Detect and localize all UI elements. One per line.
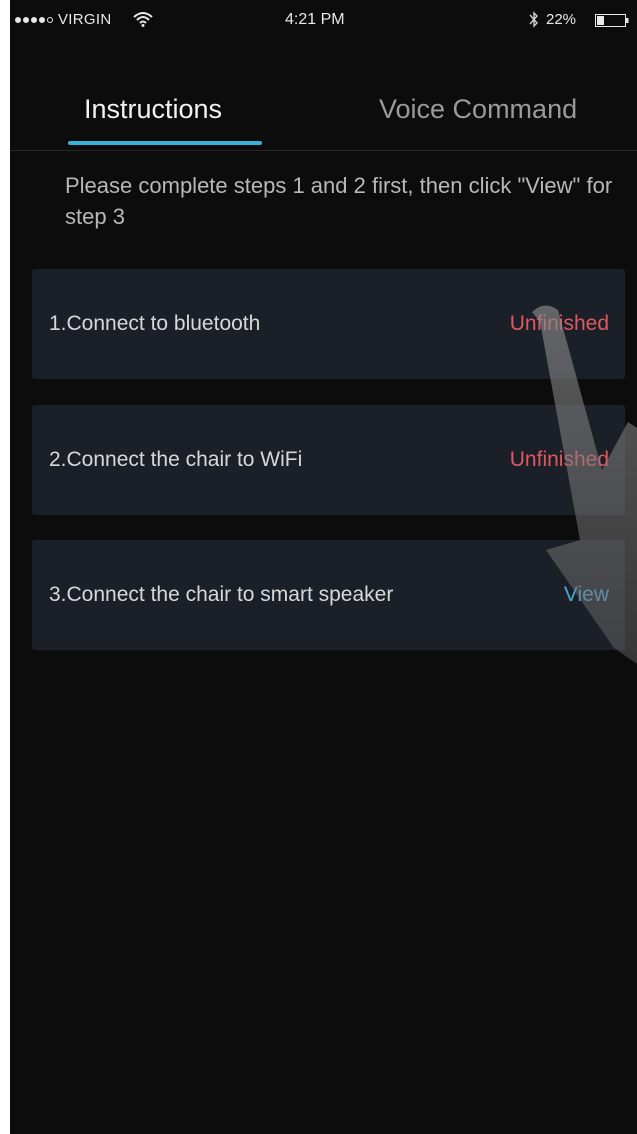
- step-status-unfinished: Unfinished: [509, 312, 609, 335]
- wifi-icon: [133, 12, 153, 27]
- instructions-text: Please complete steps 1 and 2 first, the…: [65, 173, 613, 229]
- step-label: 1.Connect to bluetooth: [49, 312, 261, 335]
- step-card-smart-speaker[interactable]: 3.Connect the chair to smart speaker Vie…: [32, 540, 625, 650]
- step-card-wifi[interactable]: 2.Connect the chair to WiFi Unfinished: [32, 405, 625, 515]
- tab-voice-command[interactable]: Voice Command: [379, 94, 577, 125]
- step-label: 2.Connect the chair to WiFi: [49, 448, 303, 471]
- tab-instructions[interactable]: Instructions: [84, 94, 222, 125]
- view-button[interactable]: View: [564, 540, 609, 650]
- bluetooth-icon: [529, 11, 538, 28]
- carrier-name: VIRGIN: [58, 11, 112, 28]
- battery-icon: [595, 14, 629, 27]
- status-bar: VIRGIN 4:21 PM 22%: [10, 0, 637, 40]
- step-label: 3.Connect the chair to smart speaker: [49, 583, 394, 606]
- step-card-bluetooth[interactable]: 1.Connect to bluetooth Unfinished: [32, 269, 625, 379]
- tab-bar: Instructions Voice Command: [10, 84, 637, 151]
- active-tab-indicator: [68, 141, 262, 145]
- clock: 4:21 PM: [285, 11, 345, 28]
- app-screen: VIRGIN 4:21 PM 22% Instructions Voice Co…: [10, 0, 637, 1134]
- step-status-unfinished: Unfinished: [509, 448, 609, 471]
- battery-percentage: 22%: [546, 11, 577, 28]
- signal-strength-icon: [15, 17, 53, 23]
